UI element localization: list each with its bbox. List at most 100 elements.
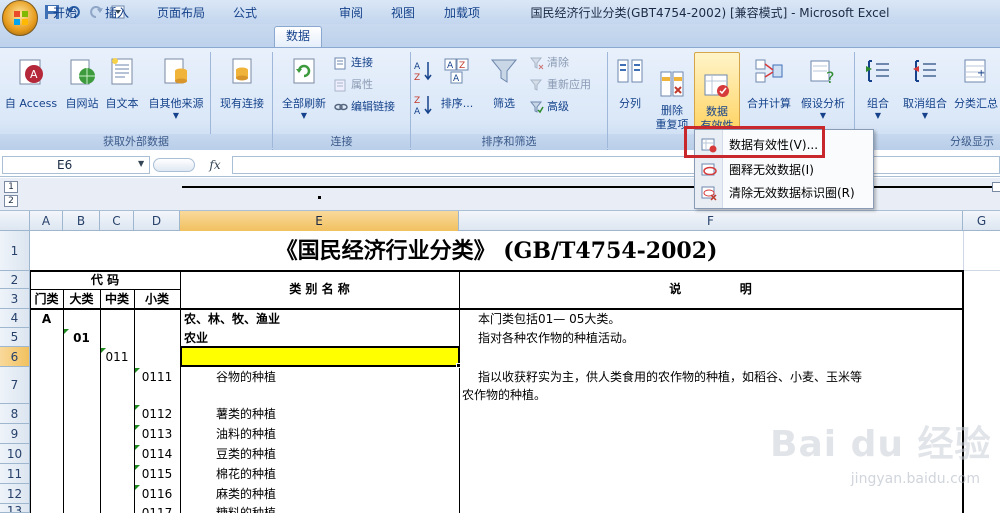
group-button[interactable]: 组合 ▼ [858, 56, 898, 120]
cell-f4[interactable]: 本门类包括01— 05大类。 [478, 310, 620, 328]
window-title: 国民经济行业分类(GBT4754-2002) [兼容模式] - Microsof… [530, 6, 890, 20]
row-header-6[interactable]: 6 [0, 347, 30, 367]
cell-a4[interactable]: A [30, 310, 63, 328]
cell-e12[interactable]: 麻类的种植 [216, 485, 276, 503]
sort-az-icon[interactable]: AZ [414, 60, 434, 82]
tab-insert[interactable]: 插入 [94, 4, 140, 24]
cell-d9[interactable]: 0113 [134, 425, 180, 443]
formula-bar-splitter[interactable] [153, 158, 195, 172]
column-header-c[interactable]: C [100, 211, 134, 231]
tab-addins[interactable]: 加载项 [434, 4, 490, 24]
properties-label: 属性 [351, 78, 373, 91]
cell-e13[interactable]: 糖料的种植 [216, 504, 276, 513]
remove-duplicates-icon [660, 71, 684, 97]
tab-home[interactable]: 开始 [42, 4, 88, 24]
cell-f7-line2[interactable]: 农作物的种植。 [462, 386, 546, 404]
outline-level-1-button[interactable]: 1 [4, 181, 18, 193]
menu-item-label: 圈释无效数据(I) [729, 163, 814, 177]
from-web-button[interactable]: 自网站 [62, 56, 102, 111]
column-header-a[interactable]: A [30, 211, 63, 231]
existing-connections-button[interactable]: 现有连接 [214, 56, 270, 111]
from-other-sources-button[interactable]: 自其他来源 ▼ [144, 56, 208, 120]
what-if-analysis-button[interactable]: ? 假设分析 ▼ [796, 56, 850, 120]
filter-button[interactable]: 筛选 [482, 56, 526, 111]
row-header-5[interactable]: 5 [0, 328, 30, 347]
reapply-label: 重新应用 [547, 78, 591, 91]
chevron-down-icon[interactable]: ▼ [138, 159, 144, 168]
cell-e7[interactable]: 谷物的种植 [216, 368, 276, 386]
sort-za-icon[interactable]: ZA [414, 94, 434, 116]
ungroup-button[interactable]: 取消组合 ▼ [900, 56, 950, 120]
row-header-10[interactable]: 10 [0, 444, 30, 464]
error-indicator-icon [64, 329, 69, 334]
cell-e6-selected[interactable] [180, 346, 460, 367]
row-header-7[interactable]: 7 [0, 367, 30, 404]
row-header-9[interactable]: 9 [0, 424, 30, 444]
svg-text:A: A [414, 62, 421, 72]
tab-review[interactable]: 审阅 [328, 4, 374, 24]
access-db-icon: A [19, 59, 43, 85]
tab-view[interactable]: 视图 [380, 4, 426, 24]
reapply-button[interactable]: 重新应用 [530, 76, 591, 94]
gridline [963, 270, 1000, 271]
menu-item-circle-invalid[interactable]: 圈释无效数据(I) [695, 159, 873, 181]
fill-handle[interactable] [456, 363, 461, 368]
cell-d8[interactable]: 0112 [134, 405, 180, 423]
row-header-4[interactable]: 4 [0, 309, 30, 328]
cell-e10[interactable]: 豆类的种植 [216, 445, 276, 463]
row-header-3[interactable]: 3 [0, 289, 30, 309]
advanced-filter-button[interactable]: 高级 [530, 98, 569, 116]
menu-item-clear-circles[interactable]: 清除无效数据标识圈(R) [695, 182, 873, 204]
highlight-box [684, 126, 825, 158]
insert-function-icon[interactable]: fx [200, 155, 230, 175]
connections-button[interactable]: 连接 [334, 54, 373, 72]
name-box[interactable]: E6 [2, 156, 150, 174]
column-header-d[interactable]: D [134, 211, 180, 231]
refresh-all-label: 全部刷新 [282, 97, 326, 110]
tab-formulas[interactable]: 公式 [222, 4, 268, 24]
select-all-corner[interactable] [0, 211, 30, 231]
edit-links-button[interactable]: 编辑链接 [334, 98, 395, 116]
cell-d13[interactable]: 0117 [134, 504, 180, 513]
cell-f7-line1[interactable]: 指以收获籽实为主，供人类食用的农作物的种植，如稻谷、小麦、玉米等 [478, 368, 862, 386]
row-header-8[interactable]: 8 [0, 404, 30, 424]
column-header-f[interactable]: F [459, 211, 963, 231]
column-header-b[interactable]: B [63, 211, 100, 231]
from-access-button[interactable]: A 自 Access [2, 56, 60, 111]
cell-e4[interactable]: 农、林、牧、渔业 [184, 310, 280, 328]
formula-input[interactable] [232, 156, 1000, 174]
sort-button[interactable]: AZA 排序... [438, 56, 476, 111]
tab-page-layout[interactable]: 页面布局 [150, 4, 212, 24]
cell-e9[interactable]: 油料的种植 [216, 425, 276, 443]
row-header-13[interactable]: 13 [0, 504, 30, 513]
outline-level-2-button[interactable]: 2 [4, 195, 18, 207]
from-text-button[interactable]: 自文本 [102, 56, 142, 111]
column-header-g[interactable]: G [963, 211, 1000, 231]
text-to-columns-button[interactable]: 分列 [610, 56, 650, 111]
cell-d10[interactable]: 0114 [134, 445, 180, 463]
cell-d11[interactable]: 0115 [134, 465, 180, 483]
data-validation-button[interactable]: 数据 有效性 ▼ [694, 52, 740, 154]
cell-e5[interactable]: 农业 [184, 329, 208, 347]
properties-button[interactable]: 属性 [334, 76, 373, 94]
cell-d12[interactable]: 0116 [134, 485, 180, 503]
subtotal-button[interactable]: + 分类汇总 [952, 56, 1000, 111]
outline-collapse-button[interactable] [992, 182, 1000, 192]
row-header-2[interactable]: 2 [0, 271, 30, 289]
cell-f5[interactable]: 指对各种农作物的种植活动。 [478, 329, 634, 347]
consolidate-button[interactable]: 合并计算 [744, 56, 794, 111]
cell-e11[interactable]: 棉花的种植 [216, 465, 276, 483]
cell-d7[interactable]: 0111 [134, 368, 180, 386]
svg-text:A: A [447, 61, 454, 71]
refresh-all-button[interactable]: 全部刷新 ▼ [276, 56, 332, 120]
cell-e8[interactable]: 薯类的种植 [216, 405, 276, 423]
row-header-1[interactable]: 1 [0, 231, 30, 271]
tab-data[interactable]: 数据 [274, 26, 322, 48]
row-header-11[interactable]: 11 [0, 464, 30, 484]
office-button[interactable] [2, 0, 38, 36]
watermark-brand: Bai du 经验 [770, 424, 992, 465]
column-header-e[interactable]: E [180, 211, 459, 231]
row-header-12[interactable]: 12 [0, 484, 30, 504]
clear-button[interactable]: 清除 [530, 54, 569, 72]
filter-label: 筛选 [493, 97, 515, 110]
